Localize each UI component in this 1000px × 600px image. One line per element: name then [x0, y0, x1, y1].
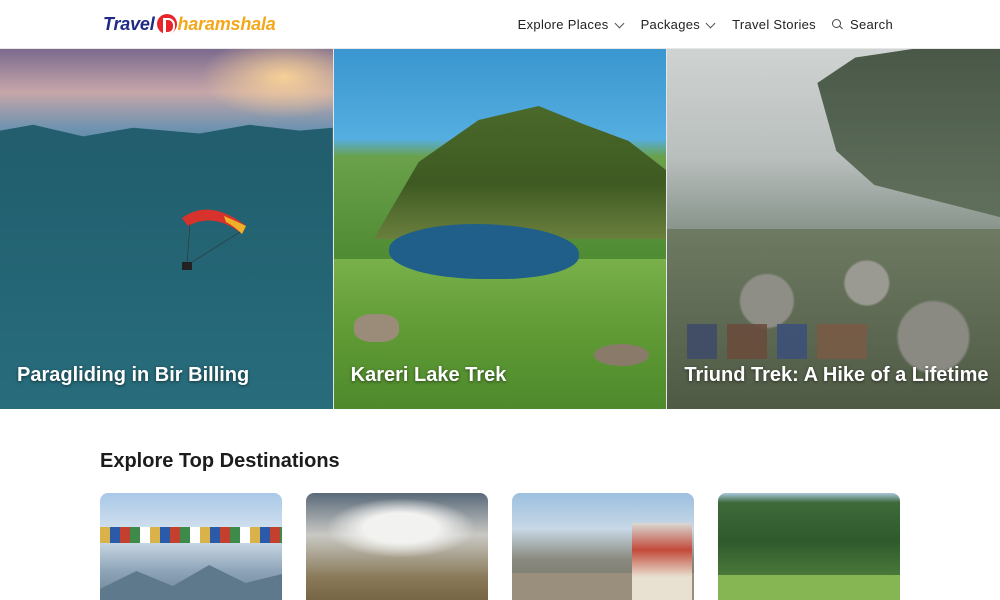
- logo-text-travel: Travel: [103, 13, 155, 34]
- nav-search-label: Search: [850, 17, 893, 32]
- chevron-down-icon: [614, 18, 625, 28]
- hero-caption: Kareri Lake Trek: [350, 364, 507, 386]
- logo-text-haramshala: haramshala: [177, 13, 276, 34]
- site-header: Travel haramshala Explore Places Package…: [0, 0, 1000, 49]
- hero-card-kareri-lake[interactable]: Kareri Lake Trek: [333, 49, 667, 409]
- hero-image-forest: [817, 49, 1000, 219]
- destination-cards: [100, 493, 900, 600]
- hero-caption: Paragliding in Bir Billing: [17, 364, 250, 386]
- search-icon: [832, 19, 843, 30]
- nav-search[interactable]: Search: [832, 17, 893, 32]
- hero-image-rock: [353, 314, 399, 342]
- hero-gallery: Paragliding in Bir Billing Kareri Lake T…: [0, 49, 1000, 409]
- site-logo[interactable]: Travel haramshala: [103, 10, 276, 38]
- section-title: Explore Top Destinations: [100, 450, 340, 472]
- nav-explore-places[interactable]: Explore Places: [518, 17, 625, 32]
- nav-packages[interactable]: Packages: [641, 17, 717, 32]
- chevron-down-icon: [705, 18, 716, 28]
- destination-card[interactable]: [718, 493, 900, 600]
- hero-caption: Triund Trek: A Hike of a Lifetime: [684, 364, 989, 386]
- destination-card[interactable]: [100, 493, 282, 600]
- destination-card[interactable]: [306, 493, 488, 600]
- meadow-image: [718, 575, 900, 600]
- hero-image-huts: [687, 324, 888, 359]
- nav-explore-places-label: Explore Places: [517, 17, 609, 32]
- cloud-image: [326, 498, 476, 558]
- hero-image-rock: [593, 344, 649, 366]
- hero-image-hill: [373, 106, 667, 239]
- hero-image-lake: [388, 224, 579, 279]
- paraglider-image: [182, 209, 246, 270]
- nav-travel-stories[interactable]: Travel Stories: [732, 17, 816, 32]
- mountain-image: [100, 565, 282, 600]
- nav-travel-stories-label: Travel Stories: [732, 17, 816, 32]
- logo-d-icon: [156, 14, 177, 34]
- hero-image-sky: [200, 49, 333, 119]
- main-nav: Explore Places Packages Travel Stories S…: [518, 0, 893, 49]
- building-image: [632, 523, 692, 600]
- nav-packages-label: Packages: [640, 17, 701, 32]
- hero-card-triund-trek[interactable]: Triund Trek: A Hike of a Lifetime: [667, 49, 1000, 409]
- destination-card[interactable]: [512, 493, 694, 600]
- hero-card-paragliding[interactable]: Paragliding in Bir Billing: [0, 49, 333, 409]
- prayer-flags-image: [100, 527, 282, 543]
